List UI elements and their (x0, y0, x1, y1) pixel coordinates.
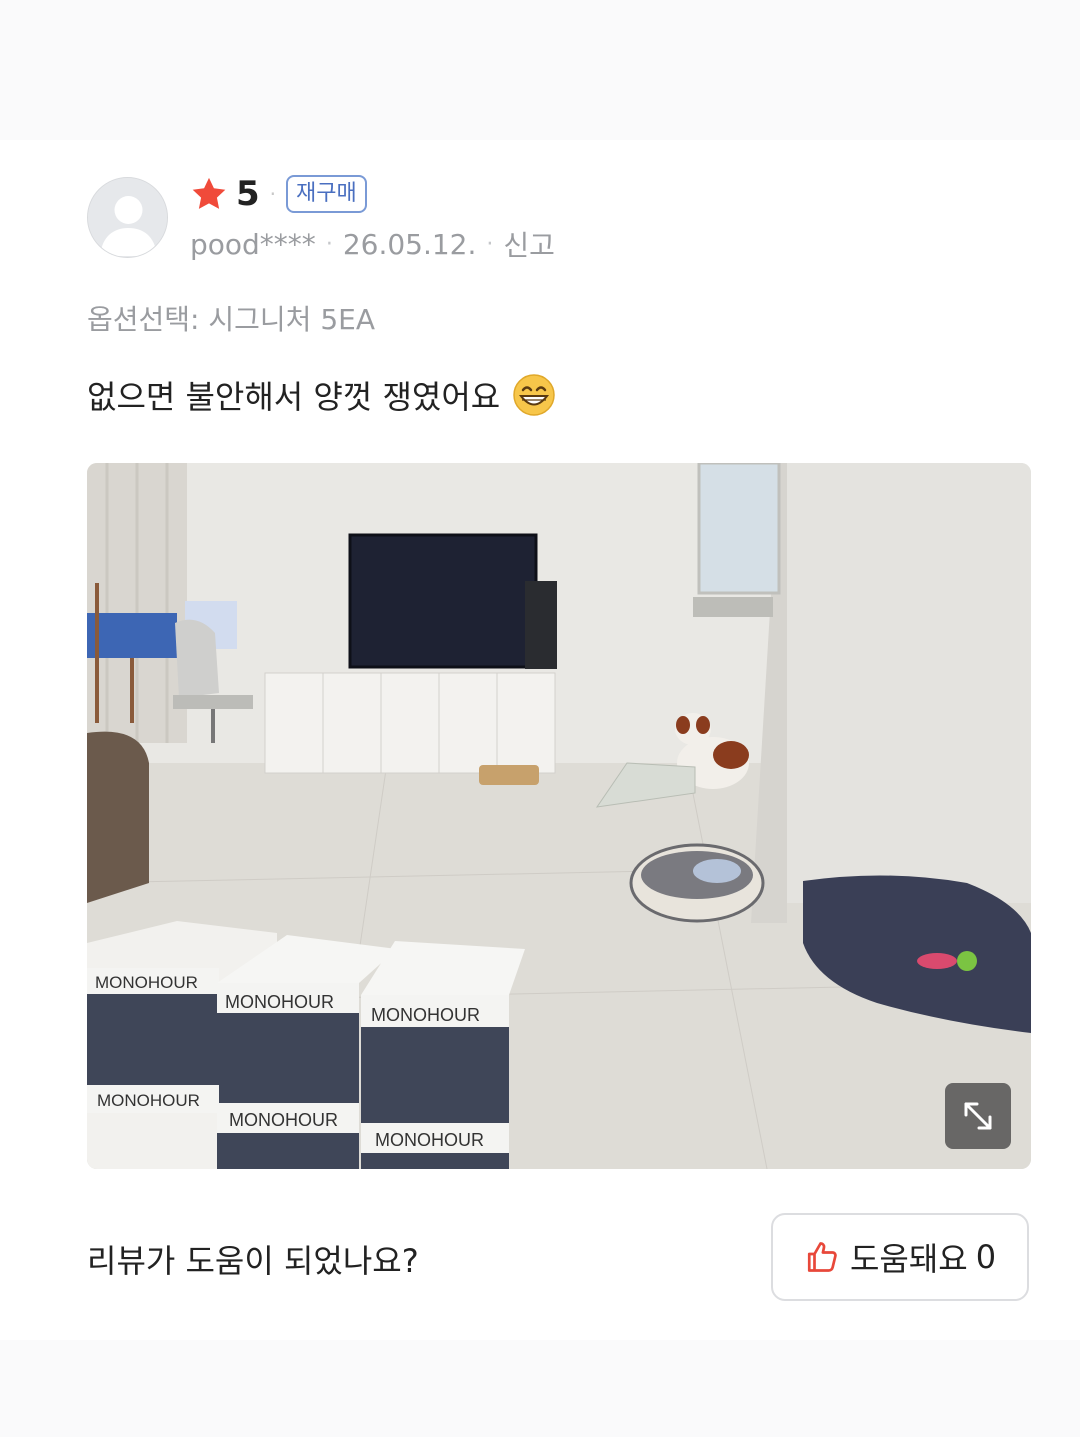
helpful-button[interactable]: 도움돼요 0 (771, 1213, 1029, 1301)
grinning-face-icon (513, 374, 555, 416)
box-label: MONOHOUR (97, 1091, 200, 1110)
report-link[interactable]: 신고 (503, 224, 555, 264)
review-meta: pood**** · 26.05.12. · 신고 (190, 224, 555, 264)
helpful-count: 0 (975, 1238, 997, 1276)
helpful-question: 리뷰가 도움이 되었나요? (87, 1242, 419, 1280)
avatar (87, 177, 168, 258)
review-card: 5 · 재구매 pood**** · 26.05.12. · 신고 옵션선택: … (0, 140, 1080, 1340)
expand-image-button[interactable] (945, 1083, 1011, 1149)
rating-row: 5 · 재구매 (190, 172, 367, 216)
separator-dot: · (325, 231, 333, 257)
expand-icon (964, 1102, 992, 1130)
box-label: MONOHOUR (229, 1110, 338, 1130)
box-label: MONOHOUR (371, 1005, 480, 1025)
rating-value: 5 (236, 174, 260, 214)
separator-dot: · (269, 182, 277, 206)
author-name: pood**** (190, 227, 316, 261)
box-label: MONOHOUR (225, 992, 334, 1012)
review-photo[interactable]: MONOHOUR MONOHOUR MONOHOUR MONOHOUR MONO… (87, 463, 1031, 1169)
star-icon (192, 177, 226, 209)
option-selection: 옵션선택: 시그니처 5EA (87, 303, 375, 336)
separator-dot: · (486, 231, 494, 257)
helpful-label: 도움돼요 (849, 1240, 968, 1278)
review-content: 없으면 불안해서 양껏 쟁였어요 (87, 372, 556, 418)
thumbs-up-icon (807, 1242, 837, 1272)
box-label: MONOHOUR (375, 1130, 484, 1150)
review-date: 26.05.12. (342, 227, 477, 261)
repurchase-badge: 재구매 (286, 175, 367, 213)
review-text: 없으면 불안해서 양껏 쟁였어요 (87, 378, 501, 416)
box-label: MONOHOUR (95, 973, 198, 992)
